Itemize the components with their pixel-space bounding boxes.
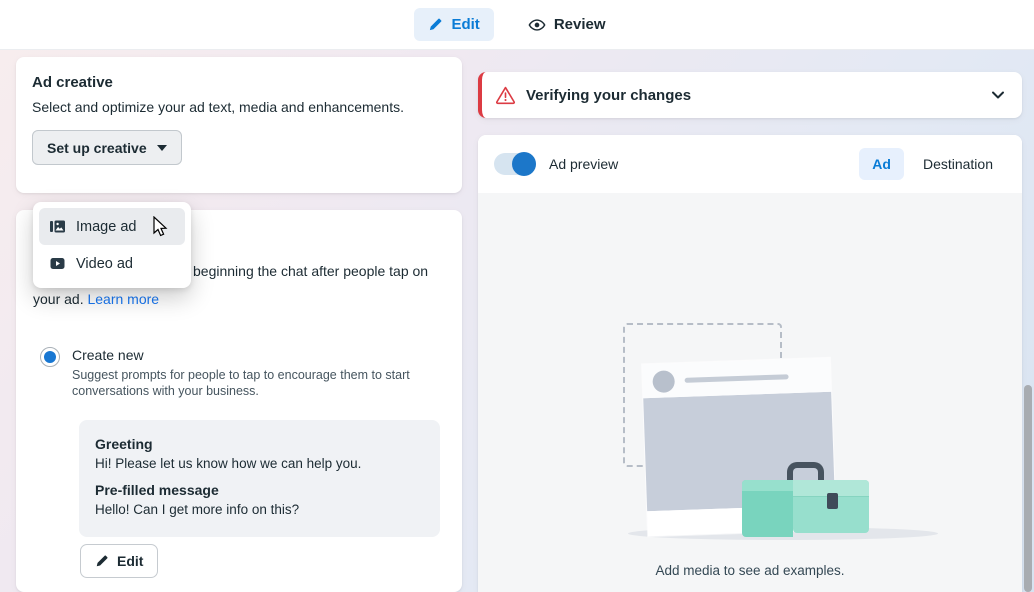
messaging-intro-line2: your ad. Learn more <box>33 291 160 307</box>
ad-preview-header: Ad preview Ad Destination <box>478 135 1022 193</box>
prefilled-message-label: Pre-filled message <box>95 482 219 498</box>
pencil-icon <box>95 554 109 568</box>
chevron-down-icon[interactable] <box>990 87 1006 103</box>
tab-review[interactable]: Review <box>514 8 620 42</box>
preview-tabs: Ad Destination <box>859 148 1006 180</box>
add-media-hint-text: Add media to see ad examples. <box>655 563 845 578</box>
mouse-cursor-icon <box>150 216 170 238</box>
create-new-description: Suggest prompts for people to tap to enc… <box>72 368 410 398</box>
message-template-preview: Greeting Hi! Please let us know how we c… <box>79 420 440 537</box>
toolbox-latch <box>827 493 838 509</box>
toolbox-front-box <box>742 480 793 537</box>
ad-preview-toggle-label: Ad preview <box>549 156 619 172</box>
ad-creative-title: Ad creative <box>32 74 113 91</box>
tab-review-label: Review <box>553 16 606 33</box>
edit-message-label: Edit <box>117 553 144 569</box>
greeting-text: Hi! Please let us know how we can help y… <box>95 456 362 471</box>
verifying-changes-title: Verifying your changes <box>526 86 692 104</box>
prefilled-message-text: Hello! Can I get more info on this? <box>95 502 300 517</box>
ad-preview-empty-state: Add media to see ad examples. <box>478 193 1022 592</box>
greeting-label: Greeting <box>95 436 153 452</box>
create-new-radio-option[interactable]: Create new Suggest prompts for people to… <box>40 347 417 399</box>
ad-creative-card: Ad creative Select and optimize your ad … <box>16 57 462 193</box>
set-up-creative-label: Set up creative <box>47 139 147 156</box>
ad-creative-subtitle: Select and optimize your ad text, media … <box>32 99 404 115</box>
caret-down-icon <box>156 144 167 151</box>
tab-edit[interactable]: Edit <box>414 8 494 41</box>
warning-triangle-icon <box>495 85 516 105</box>
video-ad-icon <box>49 255 66 272</box>
pencil-icon <box>428 17 443 32</box>
radio-selected-icon[interactable] <box>40 347 60 367</box>
image-ad-icon <box>49 218 66 235</box>
create-new-label: Create new <box>72 347 144 363</box>
creative-type-dropdown-menu: Image ad Video ad <box>33 202 191 288</box>
toolbox-back-box <box>793 480 869 533</box>
dropdown-item-video-ad-label: Video ad <box>76 255 133 272</box>
edit-message-button[interactable]: Edit <box>80 544 159 578</box>
eye-icon <box>528 16 546 34</box>
tab-edit-label: Edit <box>451 16 480 33</box>
vertical-scrollbar-thumb[interactable] <box>1024 385 1032 592</box>
tab-ad[interactable]: Ad <box>859 148 904 180</box>
mockup-text-line <box>684 374 789 383</box>
learn-more-link[interactable]: Learn more <box>87 291 159 307</box>
mockup-avatar <box>652 370 676 393</box>
dropdown-item-image-ad-label: Image ad <box>76 218 137 235</box>
messaging-intro-line1: beginning the chat after people tap on <box>193 263 429 279</box>
ad-preview-toggle[interactable] <box>494 152 536 176</box>
ad-preview-card: Ad preview Ad Destination Add media to s… <box>478 135 1022 592</box>
top-tab-bar: Edit Review <box>0 0 1034 50</box>
tab-destination[interactable]: Destination <box>910 148 1006 180</box>
verifying-changes-banner[interactable]: Verifying your changes <box>478 72 1022 118</box>
set-up-creative-button[interactable]: Set up creative <box>32 130 182 165</box>
dropdown-item-video-ad[interactable]: Video ad <box>39 245 185 282</box>
